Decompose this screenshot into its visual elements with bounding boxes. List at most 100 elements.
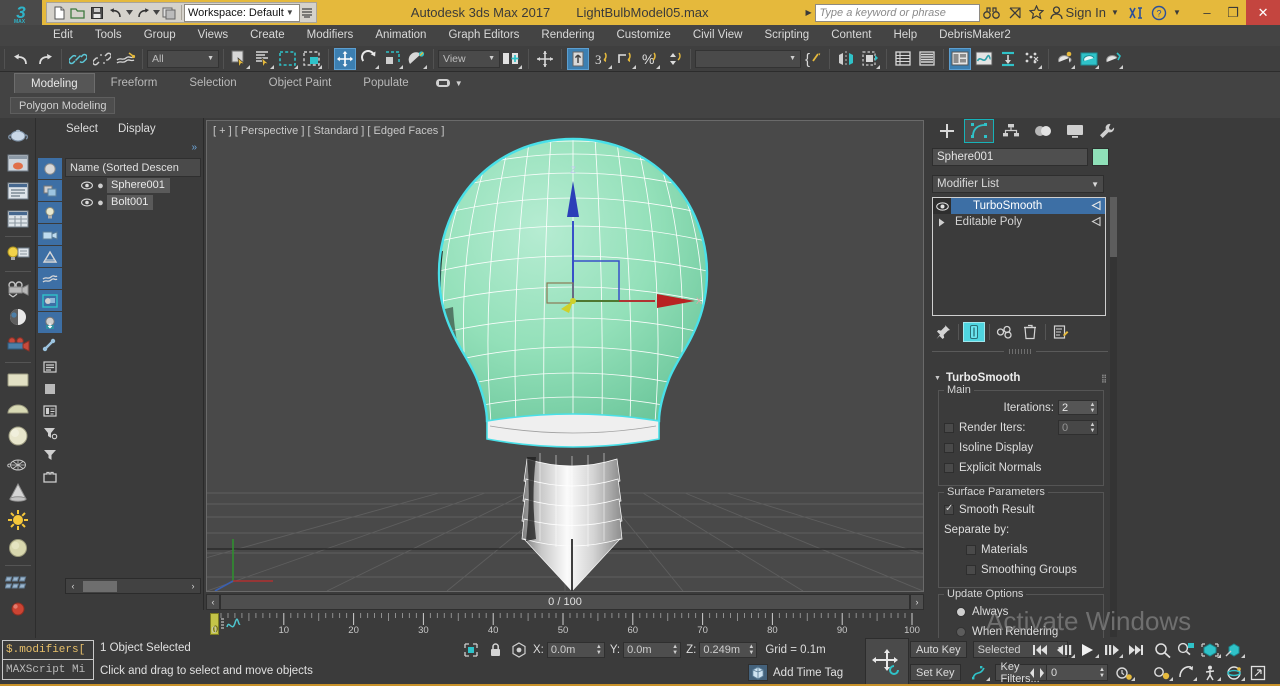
maxscript-mini-listener[interactable]: $.modifiers[ MAXScript Mi bbox=[2, 640, 94, 680]
list-item[interactable]: ● Sphere001 bbox=[65, 177, 201, 194]
walk-through-icon[interactable] bbox=[1198, 663, 1222, 682]
groups-filter-icon[interactable] bbox=[37, 290, 62, 311]
snaps-toggle-icon[interactable] bbox=[567, 47, 589, 70]
always-radio[interactable] bbox=[956, 606, 966, 617]
add-time-tag-label[interactable]: Add Time Tag bbox=[773, 667, 843, 679]
scroll-right-icon[interactable]: › bbox=[186, 581, 200, 591]
modifier-stack-item-editable-poly[interactable]: Editable Poly bbox=[933, 214, 1105, 230]
spinner-arrows-icon[interactable]: ▲ ▼ bbox=[1097, 667, 1107, 679]
percent-snap-icon[interactable] bbox=[615, 48, 637, 70]
perspective-viewport[interactable]: [ + ] [ Perspective ] [ Standard ] [ Edg… bbox=[206, 120, 924, 592]
list-item-label[interactable]: Sphere001 bbox=[107, 178, 170, 193]
workspace-selector[interactable]: Workspace: Default ▼ bbox=[184, 3, 300, 22]
cameras-filter-icon[interactable] bbox=[37, 224, 62, 245]
maximize-viewport-icon[interactable] bbox=[1246, 663, 1270, 682]
set-project-folder-icon[interactable] bbox=[160, 3, 179, 22]
select-by-name-icon[interactable] bbox=[253, 48, 275, 70]
help-icon[interactable]: ? bbox=[1148, 5, 1170, 21]
minimize-button[interactable]: – bbox=[1194, 0, 1220, 25]
previous-frame-button[interactable]: ‹ bbox=[206, 594, 220, 610]
utilities-tab[interactable] bbox=[1092, 119, 1122, 143]
track-view-icon[interactable] bbox=[220, 616, 242, 632]
explicit-normals-checkbox[interactable] bbox=[944, 462, 954, 473]
eye-icon[interactable] bbox=[81, 181, 94, 190]
panel-resize-grip[interactable] bbox=[932, 348, 1108, 354]
current-frame-field[interactable]: 0 ▲ ▼ bbox=[1046, 664, 1108, 681]
coord-field-z[interactable]: 0.249m ▲ ▼ bbox=[699, 642, 758, 658]
redo-dropdown-icon[interactable] bbox=[152, 3, 160, 22]
container-icon[interactable] bbox=[38, 466, 62, 487]
ref-coord-system-combo[interactable]: View ▼ bbox=[438, 49, 500, 68]
workspace-menu-icon[interactable] bbox=[300, 3, 314, 22]
search-expand-icon[interactable]: ▶ bbox=[803, 8, 815, 17]
sphere-primitive-icon[interactable] bbox=[4, 422, 32, 449]
user-icon[interactable] bbox=[1048, 5, 1066, 20]
zoom-extents-icon[interactable] bbox=[1198, 640, 1222, 659]
menu-item-group[interactable]: Group bbox=[133, 25, 187, 46]
absolute-relative-icon[interactable] bbox=[508, 641, 530, 659]
rectangular-select-region-icon[interactable] bbox=[277, 48, 299, 70]
sign-in-label[interactable]: Sign In bbox=[1066, 5, 1106, 20]
coord-field-x[interactable]: 0.0m ▲ ▼ bbox=[546, 642, 605, 658]
arc-rotate-icon[interactable] bbox=[1222, 663, 1246, 682]
scrollbar-thumb[interactable] bbox=[1110, 197, 1117, 257]
menu-item-modifiers[interactable]: Modifiers bbox=[296, 25, 365, 46]
scene-explorer-hscrollbar[interactable]: ‹ › bbox=[65, 578, 201, 594]
coord-field-y[interactable]: 0.0m ▲ ▼ bbox=[623, 642, 682, 658]
isoline-display-checkbox[interactable] bbox=[944, 442, 954, 453]
pin-stack-icon[interactable] bbox=[932, 322, 954, 342]
next-frame-button[interactable]: › bbox=[910, 594, 924, 610]
select-object-icon[interactable] bbox=[229, 48, 251, 70]
redo-icon[interactable] bbox=[133, 3, 152, 22]
viewport-3d-scene[interactable]: Z X bbox=[207, 121, 923, 591]
make-unique-icon[interactable] bbox=[994, 322, 1016, 342]
menu-item-customize[interactable]: Customize bbox=[605, 25, 681, 46]
curve-editor-icon[interactable] bbox=[973, 48, 995, 70]
select-and-place-icon[interactable] bbox=[406, 48, 428, 70]
layers-icon[interactable] bbox=[38, 400, 62, 421]
scene-explorer-expand-icon[interactable]: » bbox=[191, 142, 197, 153]
app-logo[interactable]: 3 MAX bbox=[0, 0, 42, 25]
selection-filter-combo[interactable]: All ▼ bbox=[147, 49, 219, 68]
ribbon-toggle-icon[interactable] bbox=[949, 47, 971, 70]
menu-item-create[interactable]: Create bbox=[239, 25, 296, 46]
display-tab[interactable] bbox=[1060, 119, 1090, 143]
when-rendering-radio[interactable] bbox=[956, 626, 966, 637]
motion-tab[interactable] bbox=[1028, 119, 1058, 143]
smooth-result-checkbox[interactable] bbox=[944, 503, 954, 515]
scene-explorer-icon[interactable] bbox=[916, 48, 938, 70]
previous-frame-icon[interactable] bbox=[1052, 640, 1076, 659]
menu-item-graph-editors[interactable]: Graph Editors bbox=[437, 25, 530, 46]
hierarchy-tab[interactable] bbox=[996, 119, 1026, 143]
spinner-arrows-icon[interactable]: ▲ ▼ bbox=[594, 644, 604, 656]
unlink-icon[interactable] bbox=[91, 48, 113, 70]
spinner-arrows-icon[interactable]: ▲ ▼ bbox=[670, 644, 680, 656]
scrollbar-thumb[interactable] bbox=[83, 580, 117, 592]
menu-item-content[interactable]: Content bbox=[820, 25, 882, 46]
table-panel-icon[interactable] bbox=[4, 205, 32, 232]
key-mode-toggle-icon[interactable] bbox=[1028, 663, 1046, 682]
schematic-view-icon[interactable] bbox=[997, 48, 1019, 70]
bulb-on-icon[interactable] bbox=[933, 198, 951, 214]
particle-view-icon[interactable] bbox=[1021, 48, 1043, 70]
menu-item-debrismaker2[interactable]: DebrisMaker2 bbox=[928, 25, 1022, 46]
edit-named-selection-icon[interactable]: { bbox=[802, 48, 824, 70]
eye-icon[interactable] bbox=[81, 198, 94, 207]
next-frame-icon[interactable] bbox=[1100, 640, 1124, 659]
ribbon-options-icon[interactable] bbox=[435, 77, 451, 89]
field-of-view-icon[interactable] bbox=[1222, 640, 1246, 659]
modifier-list-dropdown[interactable]: Modifier List ▼ bbox=[932, 175, 1104, 193]
redo-icon[interactable] bbox=[34, 48, 56, 70]
use-pivot-center-icon[interactable] bbox=[501, 48, 523, 70]
viewport-label[interactable]: [ + ] [ Perspective ] [ Standard ] [ Edg… bbox=[213, 125, 444, 137]
chevron-down-icon[interactable]: ▼ bbox=[934, 375, 941, 382]
scene-explorer-menu-select[interactable]: Select bbox=[56, 123, 108, 135]
space-warps-filter-icon[interactable] bbox=[37, 268, 62, 289]
set-key-filters-toggle-icon[interactable] bbox=[967, 663, 991, 682]
materials-checkbox[interactable] bbox=[966, 544, 976, 555]
sort-filter-icon[interactable] bbox=[38, 422, 62, 443]
show-end-result-icon[interactable] bbox=[963, 322, 985, 342]
save-file-icon[interactable] bbox=[87, 3, 106, 22]
menu-item-edit[interactable]: Edit bbox=[42, 25, 84, 46]
angle-snap-icon[interactable]: 3 bbox=[591, 48, 613, 70]
